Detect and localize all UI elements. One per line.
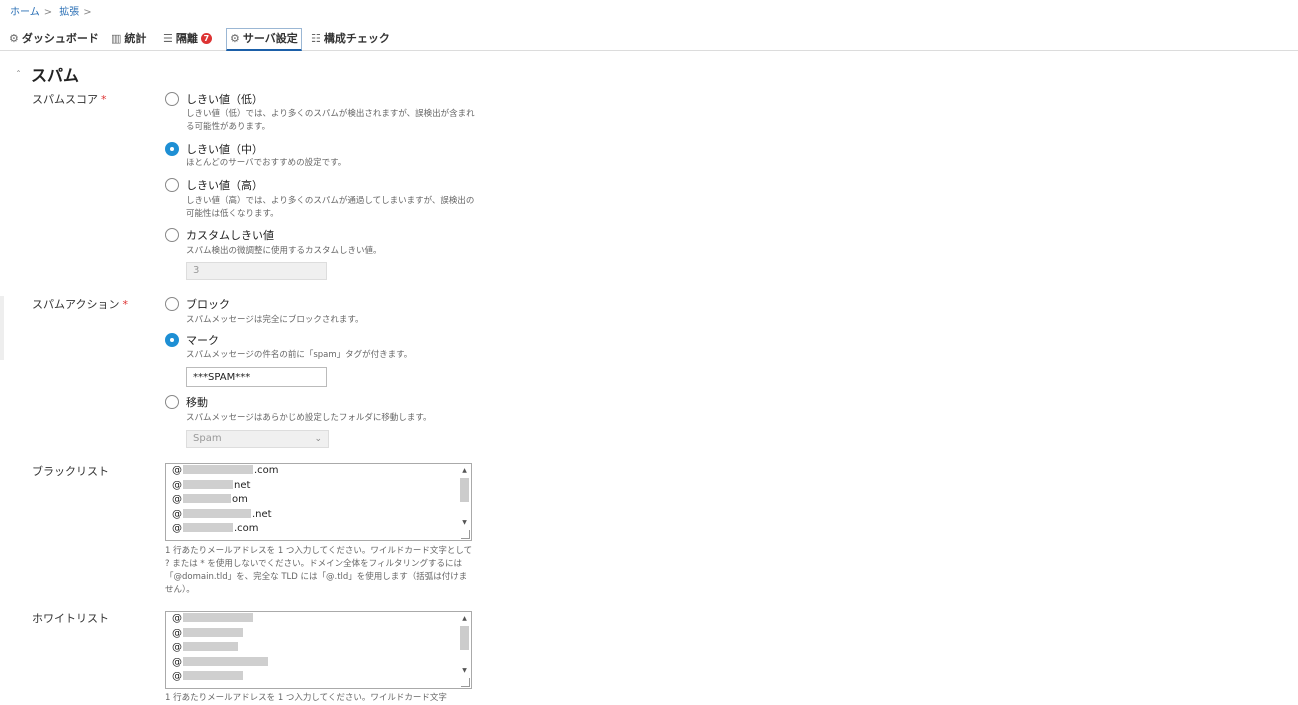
spam-tag-input[interactable] [186,367,327,387]
scroll-up-arrow-icon[interactable]: ▲ [460,614,469,623]
scroll-thumb[interactable] [460,478,469,502]
spam-action-block-hint: スパムメッセージは完全にブロックされます。 [186,315,364,325]
radio-label: 移動 [186,396,208,409]
tab-label: 統計 [124,32,147,45]
scroll-up-arrow-icon[interactable]: ▲ [460,466,469,475]
required-marker: * [122,298,128,311]
tab-config-check[interactable]: ☷ 構成チェック [311,29,390,49]
whitelist-label: ホワイトリスト [32,612,109,625]
scroll-down-arrow-icon[interactable]: ▼ [460,518,469,527]
spam-score-low-hint: しきい値（低）では、より多くのスパムが検出されますが、誤検出が含まれる可能性があ… [186,109,475,132]
list-item: @ [166,612,471,627]
breadcrumb-separator: > [43,7,53,18]
tab-label: 構成チェック [323,32,390,45]
spam-action-move-hint: スパムメッセージはあらかじめ設定したフォルダに移動します。 [186,413,432,423]
blacklist-label: ブラックリスト [32,465,109,478]
section-header[interactable]: ˆ スパム [16,62,79,86]
redacted-text [183,613,253,622]
breadcrumb-home[interactable]: ホーム [10,7,40,18]
required-marker: * [101,93,107,106]
scroll-down-arrow-icon[interactable]: ▼ [460,666,469,675]
redacted-text [183,479,233,489]
section-title: スパム [31,66,80,85]
redacted-text [183,494,231,503]
whitelist-hint: 1 行あたりメールアドレスを 1 つ入力してください。ワイルドカード文字 [165,693,447,703]
radio-action-move[interactable] [165,395,179,409]
collapse-chevron-icon[interactable]: ˆ [16,70,21,81]
select-value: Spam [193,433,222,444]
chevron-down-icon: ⌄ [314,434,322,444]
redacted-text [183,627,243,637]
redacted-text [183,523,233,532]
dashboard-icon: ⚙ [9,32,19,45]
scrollbar[interactable]: ▲ ▼ [460,466,469,538]
spam-folder-select[interactable]: Spam ⌄ [186,430,329,448]
spam-action-mark-hint: スパムメッセージの件名の前に「spam」タグが付きます。 [186,350,413,360]
radio-threshold-high[interactable] [165,178,179,192]
radio-label: マーク [186,334,219,347]
list-item: @ [166,670,471,685]
radio-action-block[interactable] [165,297,179,311]
radio-label: しきい値（高） [186,179,263,192]
checklist-icon: ☷ [311,32,321,45]
gear-icon: ⚙ [230,32,240,45]
tab-label: ダッシュボード [21,32,99,45]
quarantine-count-badge: 7 [200,33,212,44]
scroll-edge-marker [0,296,4,360]
radio-threshold-custom[interactable] [165,228,179,242]
redacted-text [183,656,268,666]
tab-quarantine[interactable]: ☰ 隔離 7 [163,29,212,49]
list-item: @ .com [172,523,259,534]
spam-action-label: スパムアクション * [32,296,128,312]
spam-score-label-text: スパムスコア [32,93,98,106]
list-item: @ om [172,494,248,505]
spam-score-medium-hint: ほとんどのサーバでおすすめの設定です。 [186,158,347,168]
list-item: @ net [172,479,251,491]
spam-score-custom-hint: スパム検出の微調整に使用するカスタムしきい値。 [186,246,382,256]
scroll-thumb[interactable] [460,626,469,650]
breadcrumb: ホーム > 拡張 > [10,3,96,18]
radio-threshold-medium[interactable] [165,142,179,156]
spam-score-label: スパムスコア * [32,91,107,107]
blacklist-textarea[interactable]: @ .com @ net @ om @ .net @ .com ▲ ▼ [165,463,472,541]
redacted-text [183,508,251,518]
list-icon: ☰ [163,32,173,45]
redacted-text [183,465,253,474]
spam-score-high-hint: しきい値（高）では、より多くのスパムが通過してしまいますが、誤検出の可能性は低く… [186,196,475,219]
resize-grip-icon[interactable] [461,530,470,539]
tab-label: サーバ設定 [242,32,298,45]
tab-dashboard[interactable]: ⚙ ダッシュボード [9,29,99,49]
spam-action-label-text: スパムアクション [32,298,120,311]
custom-threshold-input[interactable] [186,262,327,280]
list-item: @ [166,641,471,656]
tab-statistics[interactable]: ▥ 統計 [111,29,146,49]
radio-action-mark[interactable] [165,333,179,347]
radio-label: しきい値（中） [186,143,263,156]
radio-label: ブロック [186,298,230,311]
radio-label: しきい値（低） [186,93,263,106]
list-item: @ [166,656,471,671]
tab-bar: ⚙ ダッシュボード ▥ 統計 ☰ 隔離 7 ⚙ サーバ設定 ☷ 構成チェック [0,28,1298,51]
redacted-text [183,671,243,680]
scrollbar[interactable]: ▲ ▼ [460,614,469,686]
radio-threshold-low[interactable] [165,92,179,106]
list-item: @ [166,627,471,642]
bar-chart-icon: ▥ [111,32,122,45]
radio-label: カスタムしきい値 [186,229,274,242]
blacklist-hint: 1 行あたりメールアドレスを 1 つ入力してください。ワイルドカード文字として … [165,546,473,595]
tab-label: 隔離 [175,32,198,45]
breadcrumb-separator: > [83,7,92,18]
redacted-text [183,642,238,651]
list-item: @ .com [172,465,279,476]
resize-grip-icon[interactable] [461,678,470,687]
tab-server-settings[interactable]: ⚙ サーバ設定 [226,28,302,51]
breadcrumb-extensions[interactable]: 拡張 [59,7,79,18]
whitelist-textarea[interactable]: @ @ @ @ @ ▲ ▼ [165,611,472,689]
list-item: @ .net [172,508,272,520]
